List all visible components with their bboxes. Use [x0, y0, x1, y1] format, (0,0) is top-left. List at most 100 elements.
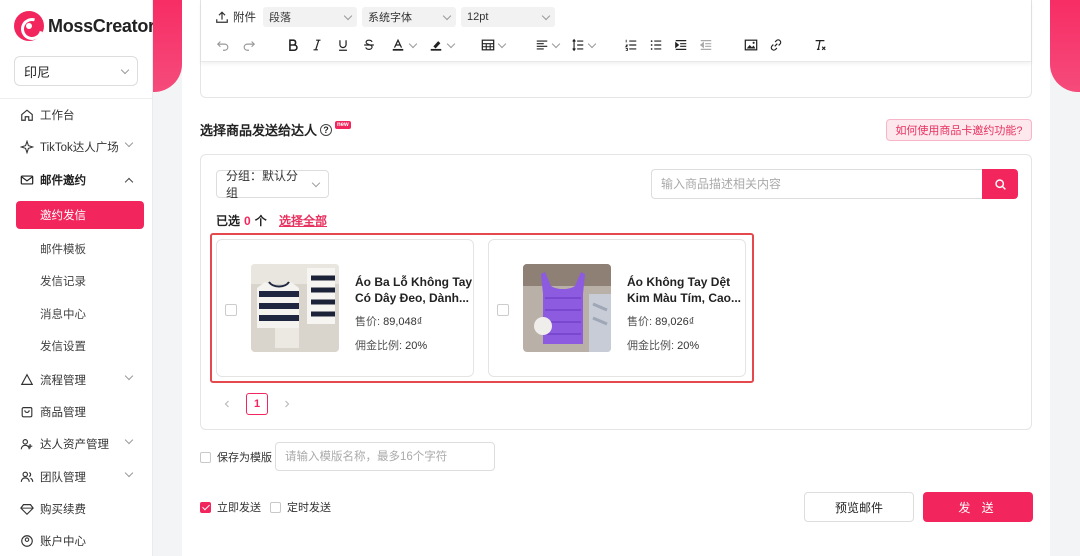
indent-button[interactable]: [673, 36, 689, 54]
help-icon[interactable]: ?: [320, 123, 333, 136]
product-card[interactable]: Áo Ba Lỗ Không Tay Có Dây Đeo, Dành... 售…: [216, 239, 474, 377]
undo-button[interactable]: [215, 36, 231, 54]
users-icon: [20, 437, 34, 451]
group-select[interactable]: 分组：默认分组: [216, 169, 329, 200]
sparkle-icon: [20, 140, 34, 154]
commission-label: 佣金比例:: [355, 340, 403, 352]
mail-editor[interactable]: 附件 段落 系统字体 12pt: [200, 0, 1032, 98]
bag-icon: [20, 405, 34, 419]
decor-band-right: [1050, 0, 1080, 92]
nav-label: 流程管理: [40, 375, 86, 387]
send-button[interactable]: 发 送: [923, 492, 1033, 522]
chevron-down-icon: [408, 39, 417, 48]
nav-mail-invite[interactable]: 邮件邀约: [20, 170, 138, 190]
logo[interactable]: MossCreator: [14, 11, 155, 41]
bullet-list-button[interactable]: [648, 36, 664, 54]
attach-button[interactable]: 附件: [215, 9, 256, 25]
insert-image-button[interactable]: [743, 36, 759, 54]
paragraph-select[interactable]: 段落: [263, 7, 357, 27]
link-icon: [770, 39, 782, 51]
link-button[interactable]: [768, 36, 784, 54]
region-select[interactable]: 印尼: [14, 56, 138, 86]
section-title-text: 选择商品发送给达人: [200, 123, 318, 138]
nav-label: 邮件邀约: [40, 175, 86, 187]
scheduled-send-checkbox[interactable]: [270, 501, 281, 513]
nav-account-center[interactable]: 账户中心: [20, 531, 138, 551]
preview-mail-button[interactable]: 预览邮件: [804, 492, 914, 522]
search-input[interactable]: [651, 169, 983, 199]
price-value: 89,026₫: [655, 316, 695, 328]
font-select[interactable]: 系统字体: [362, 7, 456, 27]
highlight-button[interactable]: [425, 36, 457, 54]
nav-send-settings[interactable]: 发信设置: [40, 338, 86, 354]
howto-button[interactable]: 如何使用商品卡邀约功能?: [886, 119, 1032, 141]
italic-icon: [313, 39, 321, 51]
underline-button[interactable]: [335, 36, 351, 54]
line-height-button[interactable]: [569, 36, 597, 54]
page-number[interactable]: 1: [246, 393, 268, 415]
select-all-link[interactable]: 选择全部: [279, 212, 327, 229]
strikethrough-button[interactable]: [361, 36, 377, 54]
ordered-list-button[interactable]: [623, 36, 639, 54]
clear-format-button[interactable]: [812, 36, 828, 54]
nav-invite-send[interactable]: 邀约发信: [16, 201, 144, 229]
size-value: 12pt: [467, 11, 489, 23]
nav-send-record[interactable]: 发信记录: [40, 273, 86, 289]
product-checkbox[interactable]: [225, 304, 237, 316]
outdent-button[interactable]: [698, 36, 714, 54]
search-button[interactable]: [982, 169, 1018, 199]
font-color-button[interactable]: [387, 36, 419, 54]
next-page-button[interactable]: [276, 393, 298, 415]
align-button[interactable]: [533, 36, 561, 54]
team-icon: [20, 470, 34, 484]
outdent-icon: [699, 40, 712, 50]
chevron-down-icon: [442, 11, 452, 20]
product-title: Áo Ba Lỗ Không Tay Có Dây Đeo, Dành...: [355, 274, 473, 306]
account-icon: [20, 534, 34, 548]
chevron-down-icon: [124, 138, 134, 148]
font-color-icon: [392, 38, 403, 51]
undo-icon: [216, 41, 229, 51]
region-value: 印尼: [24, 64, 51, 80]
bold-button[interactable]: [285, 36, 301, 54]
bold-icon: [289, 39, 298, 52]
save-template-toggle[interactable]: 保存为模版: [200, 449, 272, 465]
nav-workbench[interactable]: 工作台: [20, 105, 138, 125]
nav-buy-renew[interactable]: 购买续费: [20, 499, 138, 519]
save-template-checkbox[interactable]: [200, 451, 211, 463]
chevron-down-icon: [551, 39, 561, 48]
selected-number: 0: [244, 213, 251, 228]
nav-label: 账户中心: [40, 536, 86, 548]
nav-creator-assets[interactable]: 达人资产管理: [20, 434, 138, 454]
product-card[interactable]: Áo Không Tay Dệt Kim Màu Tím, Cao... 售价:…: [488, 239, 746, 377]
nav-flow-mgmt[interactable]: 流程管理: [20, 370, 138, 390]
commission-label: 佣金比例:: [627, 340, 675, 352]
nav-tiktok-plaza[interactable]: TikTok达人广场: [20, 137, 138, 157]
product-title-line: Áo Ba Lỗ Không Tay: [355, 275, 473, 289]
chevron-down-icon: [587, 39, 597, 48]
pagination: 1: [216, 393, 298, 415]
redo-button[interactable]: [241, 36, 257, 54]
send-now-option[interactable]: 立即发送: [200, 499, 261, 515]
chevron-up-icon: [124, 177, 134, 187]
italic-button[interactable]: [309, 36, 325, 54]
chevron-down-icon: [497, 39, 507, 48]
template-name-input[interactable]: [275, 442, 495, 471]
chevron-down-icon: [120, 65, 130, 74]
scheduled-send-option[interactable]: 定时发送: [270, 499, 331, 515]
chevron-down-icon: [541, 11, 551, 20]
price-label: 售价:: [627, 316, 653, 328]
size-select[interactable]: 12pt: [461, 7, 555, 27]
price-value: 89,048₫: [383, 316, 423, 328]
chevron-right-icon: [285, 400, 290, 408]
product-checkbox[interactable]: [497, 304, 509, 316]
editor-toolbar: 附件 段落 系统字体 12pt: [201, 0, 1031, 62]
nav-team-mgmt[interactable]: 团队管理: [20, 467, 138, 487]
font-value: 系统字体: [368, 12, 412, 24]
table-button[interactable]: [479, 36, 507, 54]
nav-product-mgmt[interactable]: 商品管理: [20, 402, 138, 422]
prev-page-button[interactable]: [216, 393, 238, 415]
nav-mail-template[interactable]: 邮件模板: [40, 241, 86, 257]
send-now-checkbox[interactable]: [200, 501, 211, 513]
nav-message-center[interactable]: 消息中心: [40, 306, 86, 322]
